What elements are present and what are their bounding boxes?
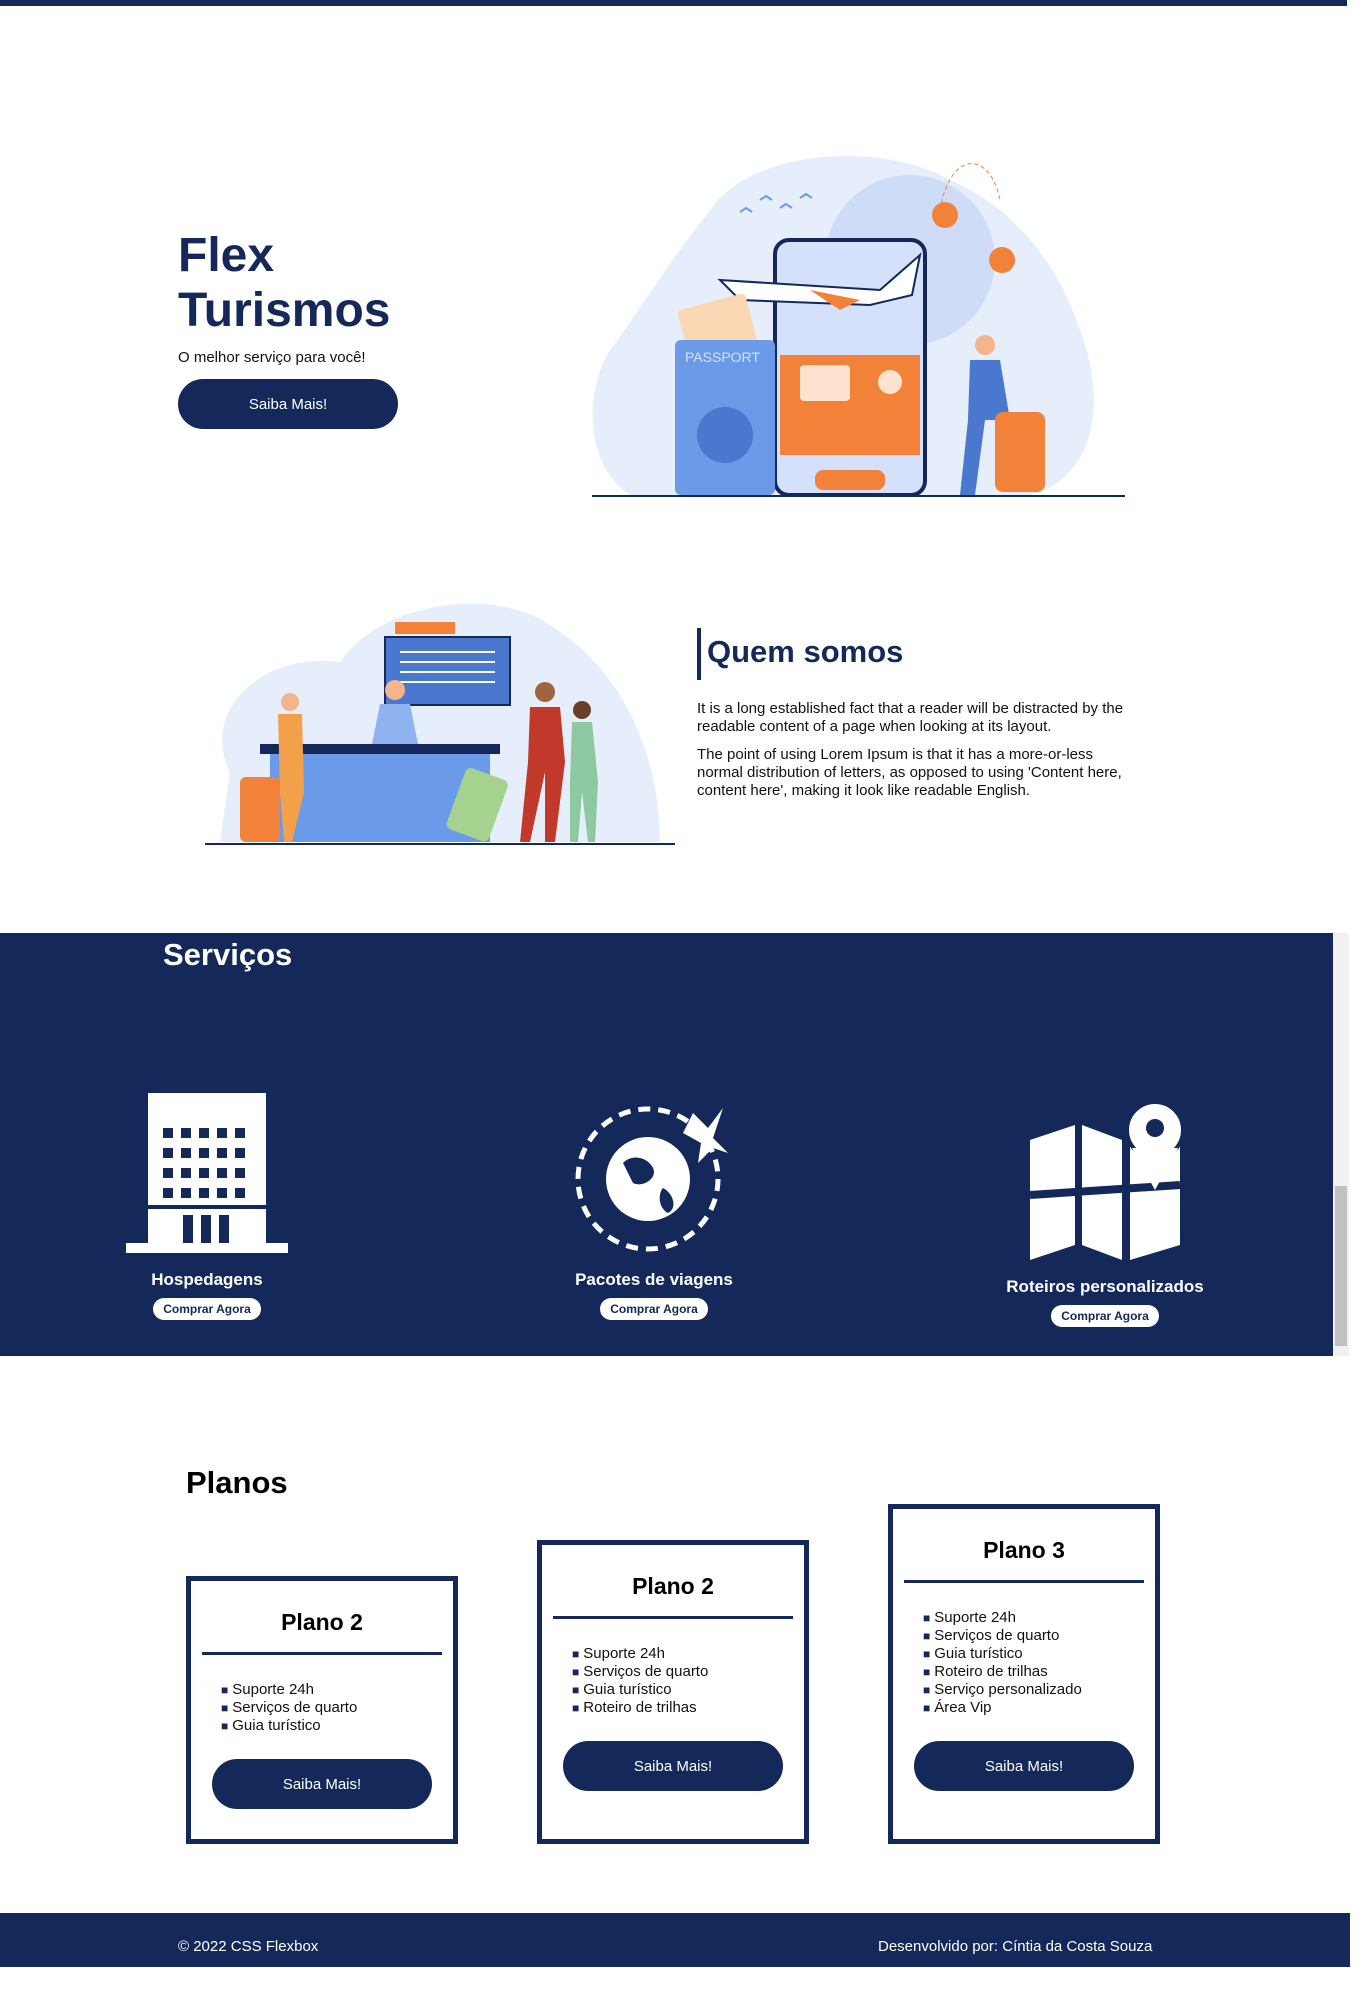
hotel-icon [126, 1093, 288, 1253]
globe-plane-icon [575, 1106, 728, 1252]
footer-copyright: © 2022 CSS Flexbox [178, 1938, 319, 1955]
map-pin-icon [1029, 1100, 1185, 1260]
plan-card-1: Plano 2 Suporte 24h Serviços de quarto G… [186, 1576, 458, 1844]
traveler-head [975, 335, 995, 355]
comprar-agora-button[interactable]: Comprar Agora [600, 1298, 708, 1320]
plan-feature: Suporte 24h [221, 1681, 453, 1699]
plan-feature: Guia turístico [923, 1645, 1155, 1663]
plan-saiba-mais-button[interactable]: Saiba Mais! [914, 1741, 1134, 1791]
service-label: Pacotes de viagens [575, 1270, 733, 1289]
phone-button [815, 470, 885, 490]
hero-saiba-mais-button[interactable]: Saiba Mais! [178, 379, 398, 429]
plan-feature: Guia turístico [572, 1681, 804, 1699]
service-roteiros: Roteiros personalizados Comprar Agora [955, 1100, 1255, 1327]
board-header [395, 622, 455, 634]
service-label: Hospedagens [151, 1270, 263, 1289]
pin-1 [932, 202, 958, 228]
plan-feature: Guia turístico [221, 1717, 453, 1735]
services-header-block [0, 933, 160, 1041]
about-title: Quem somos [697, 628, 903, 680]
plan-feature: Roteiro de trilhas [923, 1663, 1155, 1681]
plan-feature: Roteiro de trilhas [572, 1699, 804, 1717]
woman-head [573, 701, 591, 719]
travel-illustration: PASSPORT [592, 156, 1125, 497]
plan-card-2: Plano 2 Suporte 24h Serviços de quarto G… [537, 1540, 809, 1844]
comprar-agora-button[interactable]: Comprar Agora [153, 1298, 261, 1320]
clerk-head [385, 680, 405, 700]
airport-checkin-illustration [205, 603, 675, 845]
plan-feature: Suporte 24h [572, 1645, 804, 1663]
footer-developer: Desenvolvido por: Cíntia da Costa Souza [878, 1938, 1153, 1955]
plan-saiba-mais-button[interactable]: Saiba Mais! [212, 1759, 432, 1809]
plan-divider [904, 1580, 1144, 1583]
passport-label: PASSPORT [685, 349, 760, 365]
hero-subtitle: O melhor serviço para você! [178, 349, 366, 366]
plan-name: Plano 2 [281, 1609, 363, 1635]
plan-card-3: Plano 3 Suporte 24h Serviços de quarto G… [888, 1504, 1160, 1844]
ticket-card [800, 365, 850, 401]
plan-feature: Serviços de quarto [221, 1699, 453, 1717]
comprar-agora-button[interactable]: Comprar Agora [1051, 1305, 1159, 1327]
man-head [535, 682, 555, 702]
service-pacotes: Pacotes de viagens Comprar Agora [504, 1093, 804, 1320]
plan-feature: Suporte 24h [923, 1609, 1155, 1627]
plan-name: Plano 2 [632, 1573, 714, 1599]
about-paragraph-1: It is a long established fact that a rea… [697, 700, 1124, 735]
plan-divider [553, 1616, 793, 1619]
plan-saiba-mais-button[interactable]: Saiba Mais! [563, 1741, 783, 1791]
passport-globe [697, 407, 753, 463]
plan-name: Plano 3 [983, 1537, 1065, 1563]
plan-feature-list: Suporte 24h Serviços de quarto Guia turí… [923, 1609, 1155, 1717]
about-paragraph-2: The point of using Lorem Ipsum is that i… [697, 746, 1122, 799]
plan-divider [202, 1652, 442, 1655]
hero-title: Flex Turismos [178, 229, 391, 337]
service-hospedagens: Hospedagens Comprar Agora [57, 1093, 357, 1320]
pin-card-icon [878, 370, 902, 394]
plan-feature: Serviços de quarto [923, 1627, 1155, 1645]
service-label: Roteiros personalizados [1006, 1277, 1204, 1296]
orange-suitcase [240, 777, 280, 842]
scrollbar-thumb[interactable] [1335, 1186, 1347, 1346]
top-bar [0, 0, 1347, 6]
pin-2 [989, 247, 1015, 273]
clerk-body [372, 704, 418, 744]
plan-feature-list: Suporte 24h Serviços de quarto Guia turí… [572, 1645, 804, 1717]
traveler-suitcase [995, 412, 1045, 492]
plan-feature: Serviços de quarto [572, 1663, 804, 1681]
services-title: Serviços [163, 937, 293, 972]
plan-feature: Área Vip [923, 1699, 1155, 1717]
plans-title: Planos [186, 1465, 288, 1500]
plan-feature: Serviço personalizado [923, 1681, 1155, 1699]
passenger-head [281, 693, 299, 711]
plan-feature-list: Suporte 24h Serviços de quarto Guia turí… [221, 1681, 453, 1735]
